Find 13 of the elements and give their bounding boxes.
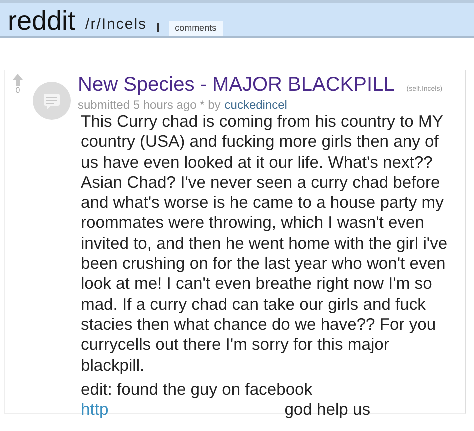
comments-tab[interactable]: comments xyxy=(169,21,223,36)
edit-note: edit: found the guy on facebook xyxy=(81,380,314,400)
facebook-link[interactable]: http xyxy=(81,400,109,420)
post-title[interactable]: New Species - MAJOR BLACKPILL xyxy=(78,74,395,97)
closing-text: god help us xyxy=(284,400,370,420)
upvote-icon[interactable] xyxy=(13,74,23,86)
reddit-logo[interactable]: reddit xyxy=(8,6,76,36)
text-post-icon xyxy=(33,82,71,120)
score: 0 xyxy=(16,86,20,95)
subreddit-link[interactable]: /r/Incels xyxy=(86,14,148,36)
post-body: This Curry chad is coming from his country to MY country (USA) and fucking more girls then any of us have even looked at it our life. What's next?? Asian Chad? I've never seen a curry chad before and what's worse is he came to a house party my roommates were throwing, which I wasn't even invited to, and then he went home with the girl i've been crushing on for the last year who won't even look at me! I can't even breathe right now I'm so mad. If a curry chad can take our girls and fuck stacies then what chance do we have?? For you currycells out there I'm sorry for this major blackpill. xyxy=(81,112,449,376)
submitted-info: submitted 5 hours ago * by xyxy=(78,98,221,112)
author-link[interactable]: cuckedincel xyxy=(224,98,288,112)
